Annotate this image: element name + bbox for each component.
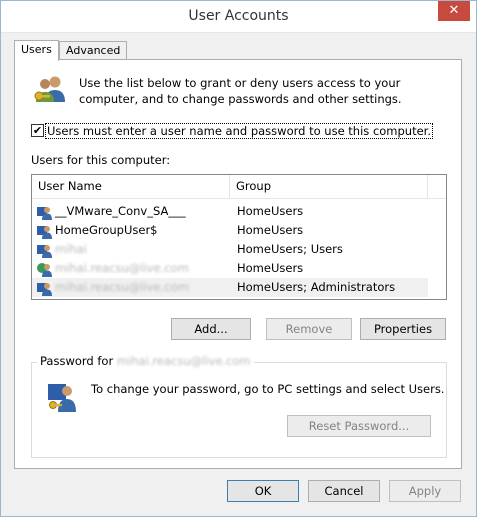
row-user-name: HomeGroupUser$ bbox=[55, 223, 158, 237]
list-header: User Name Group bbox=[32, 175, 446, 199]
list-item[interactable]: mihai.reacsu@live.com HomeUsers; Adminis… bbox=[32, 278, 428, 297]
user-icon bbox=[37, 226, 52, 239]
row-group: HomeUsers; Users bbox=[237, 242, 343, 256]
row-user-name: mihai.reacsu@live.com bbox=[55, 261, 189, 275]
row-user-name: mihai bbox=[55, 242, 87, 256]
remove-button[interactable]: Remove bbox=[266, 318, 352, 340]
users-list[interactable]: User Name Group __VMware_Conv_SA___ Home… bbox=[31, 174, 447, 300]
title-bar[interactable]: User Accounts ✕ bbox=[1, 1, 476, 33]
row-user-name: __VMware_Conv_SA___ bbox=[55, 204, 186, 218]
column-group[interactable]: Group bbox=[230, 175, 428, 198]
tab-advanced[interactable]: Advanced bbox=[59, 41, 128, 60]
password-caption-label: Password for bbox=[40, 354, 114, 368]
password-caption-user: mihai.reacsu@live.com bbox=[116, 354, 251, 368]
cancel-button[interactable]: Cancel bbox=[308, 480, 380, 502]
list-item[interactable]: HomeGroupUser$ HomeUsers bbox=[32, 221, 428, 240]
close-button[interactable]: ✕ bbox=[438, 1, 470, 21]
add-button[interactable]: Add... bbox=[171, 318, 251, 340]
row-user-name: mihai.reacsu@live.com bbox=[55, 280, 189, 294]
intro-text: Use the list below to grant or deny user… bbox=[79, 76, 402, 106]
row-group: HomeUsers bbox=[237, 223, 304, 237]
require-login-checkbox[interactable]: ✔ bbox=[31, 124, 44, 137]
tab-users[interactable]: Users bbox=[14, 40, 59, 61]
globe-user-icon bbox=[37, 263, 52, 277]
users-list-label: Users for this computer: bbox=[31, 153, 171, 167]
list-item[interactable]: __VMware_Conv_SA___ HomeUsers bbox=[32, 202, 428, 221]
reset-password-button[interactable]: Reset Password... bbox=[287, 415, 431, 437]
properties-button[interactable]: Properties bbox=[360, 318, 446, 340]
require-login-label[interactable]: Users must enter a user name and passwor… bbox=[45, 123, 434, 139]
password-instructions: To change your password, go to PC settin… bbox=[91, 382, 445, 396]
user-icon bbox=[37, 207, 52, 220]
apply-button[interactable]: Apply bbox=[389, 480, 461, 502]
list-item[interactable]: mihai.reacsu@live.com HomeUsers bbox=[32, 259, 428, 278]
user-key-icon bbox=[48, 384, 76, 412]
user-icon bbox=[37, 245, 52, 258]
list-item[interactable]: mihai HomeUsers; Users bbox=[32, 240, 428, 259]
password-group bbox=[31, 362, 447, 458]
ok-button[interactable]: OK bbox=[227, 480, 299, 502]
users-keys-icon bbox=[34, 76, 65, 102]
password-group-caption: Password for mihai.reacsu@live.com bbox=[37, 354, 254, 368]
window-title: User Accounts bbox=[188, 8, 289, 24]
row-group: HomeUsers bbox=[237, 204, 304, 218]
row-group: HomeUsers bbox=[237, 261, 304, 275]
column-user-name[interactable]: User Name bbox=[32, 175, 230, 198]
user-icon bbox=[37, 283, 52, 296]
row-group: HomeUsers; Administrators bbox=[237, 280, 396, 294]
